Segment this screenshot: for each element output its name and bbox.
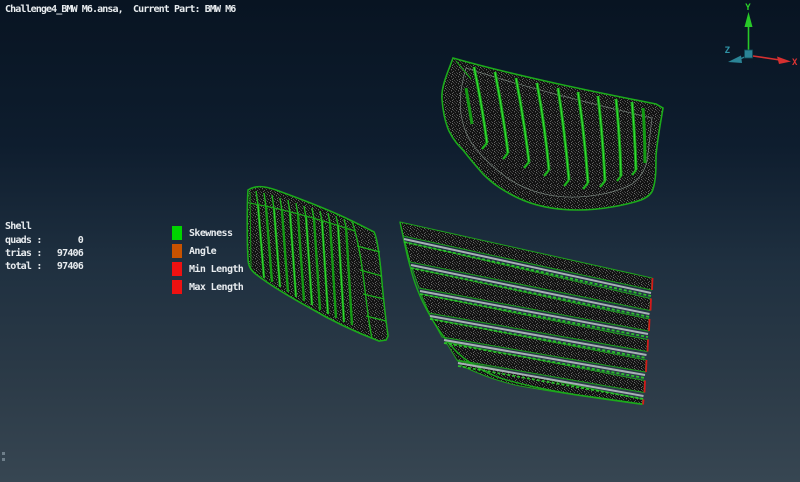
axis-z-label: Z: [725, 46, 731, 56]
legend-swatch: [172, 226, 182, 240]
legend-swatch: [172, 280, 182, 294]
shell-stats: Shell quads : 0 trias : 97406 total : 97…: [5, 221, 84, 274]
legend-item-label: Angle: [189, 245, 217, 257]
stats-row-quads: quads : 0: [5, 235, 84, 248]
legend-item-label: Max Length: [189, 281, 244, 293]
axis-z-arrowhead: [728, 55, 742, 63]
legend-item-max-length[interactable]: Max Length: [172, 280, 244, 294]
axis-x-line: [752, 55, 781, 61]
stats-row-value: 97406: [56, 248, 84, 259]
legend-swatch: [172, 244, 182, 258]
stats-row-label: total :: [5, 261, 42, 272]
legend-item-min-length[interactable]: Min Length: [172, 262, 244, 276]
legend-item-label: Skewness: [189, 227, 233, 239]
ansa-application-window: Y X Z Challenge4_BMW M6.ansa, Current Pa…: [0, 0, 800, 482]
legend-swatch-color: [172, 280, 182, 294]
ui-speck: [2, 452, 5, 455]
legend-swatch: [172, 262, 182, 276]
viewport-3d[interactable]: Y X Z: [0, 0, 800, 482]
mesh-face: [441, 57, 664, 211]
axis-triad[interactable]: Y X Z: [725, 3, 798, 68]
mesh-part-upper-shell[interactable]: [441, 57, 664, 211]
quality-criteria-legend: Skewness Angle Min Length Max Length: [172, 226, 244, 298]
stats-row-value: 97406: [56, 261, 84, 272]
axis-y-label: Y: [745, 3, 751, 13]
axis-x-arrowhead: [777, 56, 791, 64]
axis-y-arrowhead: [744, 12, 753, 27]
window-title: Challenge4_BMW M6.ansa, Current Part: BM…: [5, 4, 236, 15]
stats-row-value: 0: [77, 235, 84, 246]
stats-row-label: trias :: [5, 248, 42, 259]
ui-speck: [2, 458, 5, 461]
legend-swatch-color: [172, 226, 182, 240]
axis-origin-cube: [744, 49, 753, 59]
legend-swatch-color: [172, 262, 182, 276]
legend-swatch-color: [172, 244, 182, 258]
axis-x-label: X: [792, 58, 798, 68]
stats-row-total: total : 97406: [5, 261, 84, 274]
stats-row-label: quads :: [5, 235, 42, 246]
stats-group-label: Shell: [5, 221, 32, 232]
legend-item-angle[interactable]: Angle: [172, 244, 243, 258]
mesh-part-louver-panel[interactable]: [399, 221, 654, 406]
legend-item-label: Min Length: [189, 263, 244, 275]
mesh-part-left-ribbed-shell[interactable]: [246, 185, 389, 342]
legend-item-skewness[interactable]: Skewness: [172, 226, 243, 240]
stats-row-trias: trias : 97406: [5, 248, 84, 261]
